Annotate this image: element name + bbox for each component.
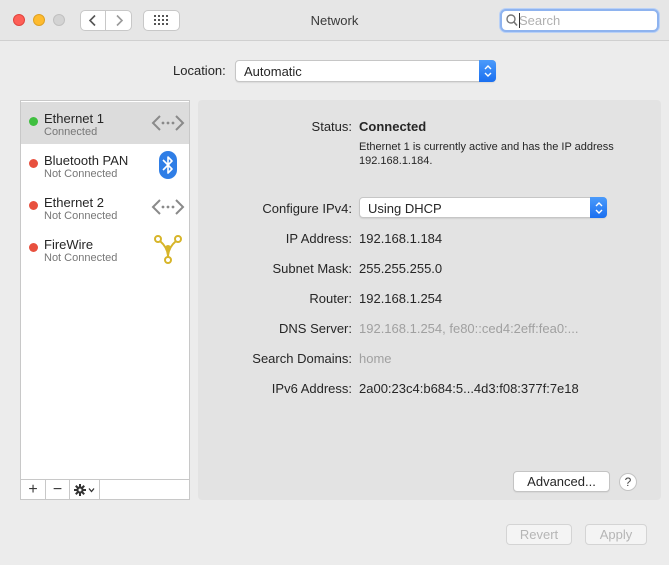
search-input[interactable] (519, 12, 651, 29)
ipv6-address-label: IPv6 Address: (271, 381, 352, 396)
service-list-controls: + − (21, 479, 189, 499)
revert-button[interactable]: Revert (506, 524, 572, 545)
service-name: Ethernet 2 (44, 195, 104, 210)
status-dot-red (29, 201, 38, 210)
ip-address-label: IP Address: (285, 231, 352, 246)
add-service-button[interactable]: + (21, 480, 46, 499)
search-icon (506, 14, 518, 27)
status-description: Ethernet 1 is currently active and has t… (359, 141, 614, 167)
status-dot-green (29, 117, 38, 126)
service-status: Not Connected (44, 210, 118, 222)
title-bar: Network (0, 0, 669, 41)
subnet-mask-label: Subnet Mask: (272, 261, 353, 276)
status-value: Connected (359, 119, 427, 134)
service-item-bluetooth-pan[interactable]: Bluetooth PAN Not Connected (21, 144, 189, 186)
remove-service-button[interactable]: − (46, 480, 70, 499)
detail-panel: Status: Connected Ethernet 1 is currentl… (198, 100, 661, 500)
ethernet-icon (151, 115, 185, 131)
search-domains-value: home (359, 351, 392, 366)
configure-ipv4-label: Configure IPv4: (262, 201, 352, 216)
service-item-ethernet-1[interactable]: Ethernet 1 Connected (21, 102, 189, 144)
service-status: Not Connected (44, 168, 118, 180)
location-popup[interactable]: Automatic (235, 60, 496, 82)
bluetooth-icon (159, 151, 177, 179)
ip-address-value: 192.168.1.184 (359, 231, 443, 246)
search-field[interactable] (500, 9, 659, 32)
text-caret (519, 13, 520, 28)
service-status: Not Connected (44, 252, 118, 264)
action-menu-button[interactable] (70, 480, 100, 499)
location-value: Automatic (244, 64, 302, 79)
location-label: Location: (173, 63, 226, 78)
dns-server-value: 192.168.1.254, fe80::ced4:2eff:fea0:... (359, 321, 579, 336)
service-name: Ethernet 1 (44, 111, 104, 126)
service-item-firewire[interactable]: FireWire Not Connected (21, 228, 189, 270)
service-status: Connected (44, 126, 98, 138)
apply-button[interactable]: Apply (585, 524, 647, 545)
ethernet-icon (151, 199, 185, 215)
router-label: Router: (309, 291, 352, 306)
search-domains-label: Search Domains: (252, 351, 352, 366)
configure-ipv4-popup[interactable]: Using DHCP (359, 197, 607, 218)
service-name: FireWire (44, 237, 94, 252)
dns-server-label: DNS Server: (279, 321, 352, 336)
service-list: Ethernet 1 Connected Bluetooth PAN Not C… (20, 100, 190, 500)
status-dot-red (29, 159, 38, 168)
gear-icon (73, 483, 94, 496)
configure-ipv4-value: Using DHCP (368, 201, 442, 216)
router-value: 192.168.1.254 (359, 291, 443, 306)
service-name: Bluetooth PAN (44, 153, 129, 168)
updown-chevron-icon (479, 60, 496, 82)
help-button[interactable]: ? (619, 473, 637, 491)
firewire-icon (154, 235, 182, 264)
subnet-mask-value: 255.255.255.0 (359, 261, 443, 276)
advanced-button[interactable]: Advanced... (513, 471, 610, 492)
status-dot-red (29, 243, 38, 252)
service-item-ethernet-2[interactable]: Ethernet 2 Not Connected (21, 186, 189, 228)
ipv6-address-value: 2a00:23c4:b684:5...4d3:f08:377f:7e18 (359, 381, 579, 396)
status-label: Status: (311, 119, 352, 134)
updown-chevron-icon (590, 197, 607, 218)
